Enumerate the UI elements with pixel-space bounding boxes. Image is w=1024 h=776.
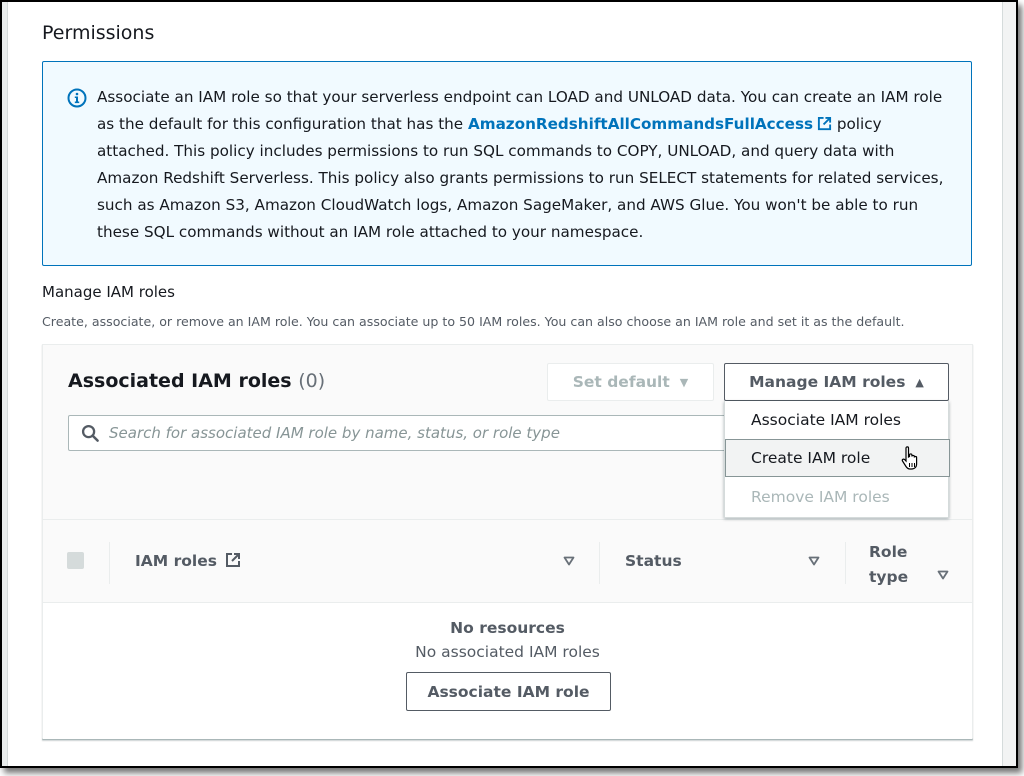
menu-item-associate-iam-roles[interactable]: Associate IAM roles xyxy=(725,401,950,439)
select-all-checkbox[interactable] xyxy=(67,552,84,569)
info-alert: Associate an IAM role so that your serve… xyxy=(42,61,972,266)
associate-iam-role-label: Associate IAM role xyxy=(427,682,590,701)
sort-icon[interactable] xyxy=(563,556,575,566)
info-icon xyxy=(67,88,87,108)
column-divider[interactable] xyxy=(109,542,110,584)
panel-title-text: Associated IAM roles xyxy=(68,370,292,392)
associated-roles-panel: Associated IAM roles (0) Set default ▼ M… xyxy=(42,344,973,740)
hand-cursor-icon xyxy=(901,446,918,470)
manage-roles-menu: Associate IAM roles Create IAM role Remo… xyxy=(724,401,950,518)
table-body-empty-state: No resources No associated IAM roles Ass… xyxy=(43,603,972,739)
column-divider[interactable] xyxy=(599,542,600,584)
sort-icon[interactable] xyxy=(937,570,949,580)
menu-item-label: Remove IAM roles xyxy=(751,488,890,506)
associate-iam-role-button[interactable]: Associate IAM role xyxy=(406,672,611,711)
column-header-role-type[interactable]: Role type xyxy=(869,540,908,590)
panel-title: Associated IAM roles (0) xyxy=(68,370,325,392)
menu-item-label: Associate IAM roles xyxy=(751,411,902,429)
sort-icon[interactable] xyxy=(808,556,820,566)
menu-item-remove-iam-roles: Remove IAM roles xyxy=(725,478,950,516)
search-box[interactable] xyxy=(68,415,748,451)
policy-link[interactable]: AmazonRedshiftAllCommandsFullAccess xyxy=(468,115,832,133)
set-default-button[interactable]: Set default ▼ xyxy=(547,363,714,401)
external-link-icon[interactable] xyxy=(817,116,832,131)
menu-item-create-iam-role[interactable]: Create IAM role xyxy=(725,439,950,477)
scrollbar-track[interactable] xyxy=(1002,2,1016,766)
column-label-line: Role xyxy=(869,543,908,561)
caret-down-icon: ▼ xyxy=(679,375,689,389)
menu-item-label: Create IAM role xyxy=(751,449,871,467)
column-label: IAM roles xyxy=(135,552,217,570)
info-text-after: policy attached. This policy includes pe… xyxy=(97,115,944,241)
screenshot-frame: Permissions Associate an IAM role so tha… xyxy=(0,0,1018,768)
column-divider[interactable] xyxy=(845,542,846,584)
role-count: (0) xyxy=(298,370,326,392)
search-icon xyxy=(81,424,99,442)
external-link-icon xyxy=(226,553,241,567)
left-gutter xyxy=(2,2,8,766)
manage-iam-roles-button[interactable]: Manage IAM roles ▲ xyxy=(724,363,949,401)
manage-roles-description: Create, associate, or remove an IAM role… xyxy=(42,314,905,329)
empty-state-title: No resources xyxy=(450,619,565,637)
section-title: Permissions xyxy=(42,22,155,44)
column-label: Status xyxy=(625,552,682,570)
policy-link-label[interactable]: AmazonRedshiftAllCommandsFullAccess xyxy=(468,115,813,133)
column-header-status[interactable]: Status xyxy=(625,552,682,570)
caret-up-icon: ▲ xyxy=(915,375,924,389)
info-text: Associate an IAM role so that your serve… xyxy=(97,84,947,246)
manage-roles-label: Manage IAM roles xyxy=(42,283,175,301)
empty-state-subtitle: No associated IAM roles xyxy=(415,643,600,661)
set-default-label: Set default xyxy=(572,373,670,391)
table-header: IAM roles Status Role type xyxy=(43,519,972,603)
manage-iam-roles-label: Manage IAM roles xyxy=(749,373,906,391)
column-label-line: type xyxy=(869,568,909,586)
column-header-iam-roles[interactable]: IAM roles xyxy=(135,552,241,570)
search-input[interactable] xyxy=(109,416,739,450)
